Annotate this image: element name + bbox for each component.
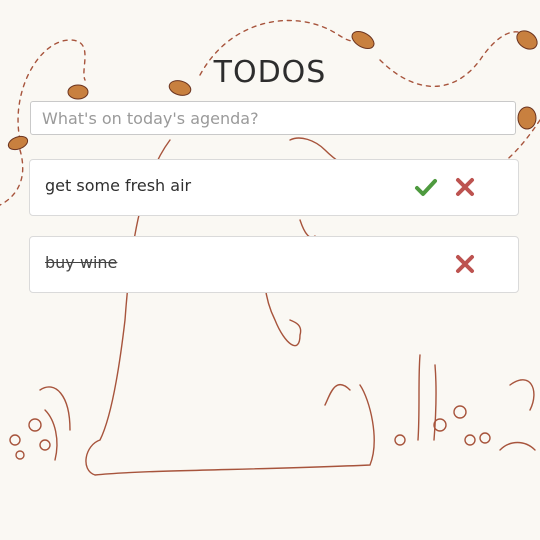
cross-icon[interactable] [453, 175, 477, 199]
todo-text: buy wine [45, 253, 118, 272]
flowers-right [394, 354, 536, 451]
todo-text: get some fresh air [45, 176, 192, 195]
bee-icon [516, 30, 538, 50]
todo-item: buy wine [29, 236, 519, 293]
page-title: TODOS [213, 55, 327, 90]
todo-input[interactable] [30, 101, 516, 135]
check-icon[interactable] [414, 175, 438, 199]
todo-item: get some fresh air [29, 159, 519, 216]
cross-icon[interactable] [453, 252, 477, 276]
flowers-left [9, 386, 71, 461]
bee-icon [517, 106, 537, 130]
bee-icon [7, 135, 29, 151]
bee-icon [351, 30, 375, 50]
